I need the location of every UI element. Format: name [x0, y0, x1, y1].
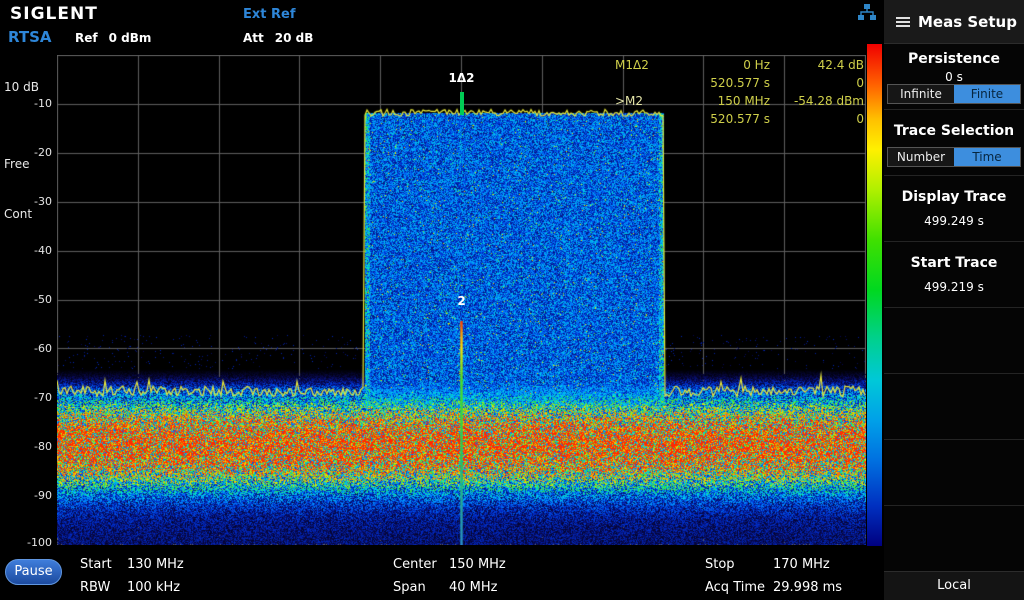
amplitude-colorbar [867, 44, 882, 546]
network-icon [857, 3, 877, 21]
start-label: Start [80, 557, 127, 572]
acq-time-value: 29.998 ms [773, 580, 842, 595]
toggle-option-number[interactable]: Number [888, 148, 954, 166]
marker-row-freq: 0 Hz [665, 56, 770, 74]
menu-item-trace-selection[interactable]: Trace Selection Number Time [884, 110, 1024, 176]
att-value: 20 dB [275, 31, 314, 45]
start-value: 130 MHz [127, 557, 184, 572]
local-button[interactable]: Local [884, 571, 1024, 600]
y-axis-label: -90 [34, 489, 52, 502]
y-axis-label: -40 [34, 244, 52, 257]
display-trace-value: 499.249 s [884, 214, 1024, 228]
persistence-toggle: Infinite Finite [887, 84, 1021, 104]
pause-button[interactable]: Pause [5, 559, 62, 585]
start-trace-value: 499.219 s [884, 280, 1024, 294]
y-axis-label: -50 [34, 293, 52, 306]
persistence-value: 0 s [884, 70, 1024, 84]
menu-item-persistence[interactable]: Persistence 0 s Infinite Finite [884, 44, 1024, 110]
y-axis-label: -20 [34, 146, 52, 159]
marker-row-amp: 0 [770, 110, 864, 128]
marker-readout-row: M1Δ2 0 Hz 42.4 dB [615, 56, 864, 74]
rbw-value: 100 kHz [127, 580, 180, 595]
ext-ref-status: Ext Ref [243, 7, 296, 22]
ref-level-readout: Ref 0 dBm [75, 31, 151, 45]
trace-selection-toggle: Number Time [887, 147, 1021, 167]
span: Span 40 MHz [393, 576, 506, 599]
marker-2-label: 2 [457, 294, 465, 308]
toggle-option-infinite[interactable]: Infinite [888, 85, 954, 103]
footer-col-stop: Stop 170 MHz Acq Time 29.998 ms [705, 553, 842, 599]
mode-label: RTSA [8, 28, 52, 46]
menu-cell-empty [884, 440, 1024, 506]
toggle-option-finite[interactable]: Finite [954, 85, 1020, 103]
menu-cell-empty [884, 506, 1024, 572]
menu-icon [896, 17, 910, 27]
footer-col-start: Start 130 MHz RBW 100 kHz [80, 553, 184, 599]
acq-time-label: Acq Time [705, 580, 773, 595]
y-axis-label: -100 [27, 536, 52, 549]
y-axis-label: -10 [34, 97, 52, 110]
y-axis-label: -70 [34, 391, 52, 404]
marker-row-label [615, 110, 665, 128]
marker-readout-row: >M2 150 MHz -54.28 dBm [615, 92, 864, 110]
menu-cell-empty [884, 374, 1024, 440]
y-axis-label: -80 [34, 440, 52, 453]
acq-time: Acq Time 29.998 ms [705, 576, 842, 599]
marker-readout-table: M1Δ2 0 Hz 42.4 dB 520.577 s 0 >M2 150 MH… [615, 56, 864, 128]
marker-row-amp: -54.28 dBm [770, 92, 864, 110]
marker-row-freq: 520.577 s [665, 110, 770, 128]
menu-header: Meas Setup [884, 0, 1024, 44]
stop-value: 170 MHz [773, 557, 830, 572]
trace-selection-title: Trace Selection [884, 110, 1024, 139]
marker-row-amp: 0 [770, 74, 864, 92]
attenuation-readout: Att 20 dB [243, 31, 313, 45]
rbw-label: RBW [80, 580, 127, 595]
rbw: RBW 100 kHz [80, 576, 184, 599]
y-axis-label: -30 [34, 195, 52, 208]
display-trace-title: Display Trace [884, 176, 1024, 205]
marker-1-label: 1Δ2 [449, 71, 475, 85]
marker-row-label [615, 74, 665, 92]
span-label: Span [393, 580, 449, 595]
marker-row-amp: 42.4 dB [770, 56, 864, 74]
stop-label: Stop [705, 557, 773, 572]
marker-1-delta-2[interactable]: 1Δ2 [449, 71, 475, 113]
toggle-option-time[interactable]: Time [954, 148, 1020, 166]
center-label: Center [393, 557, 449, 572]
ref-value: 0 dBm [109, 31, 152, 45]
menu-item-display-trace[interactable]: Display Trace 499.249 s [884, 176, 1024, 242]
center-value: 150 MHz [449, 557, 506, 572]
marker-row-freq: 150 MHz [665, 92, 770, 110]
marker-row-freq: 520.577 s [665, 74, 770, 92]
start-trace-title: Start Trace [884, 242, 1024, 271]
marker-readout-row: 520.577 s 0 [615, 74, 864, 92]
footer-col-center: Center 150 MHz Span 40 MHz [393, 553, 506, 599]
start-freq: Start 130 MHz [80, 553, 184, 576]
y-axis-label: -60 [34, 342, 52, 355]
y-axis: -10 -20 -30 -40 -50 -60 -70 -80 -90 -100 [16, 55, 54, 545]
menu-item-start-trace[interactable]: Start Trace 499.219 s [884, 242, 1024, 308]
ref-label: Ref [75, 31, 98, 45]
persistence-title: Persistence [884, 44, 1024, 67]
menu-title: Meas Setup [918, 13, 1017, 31]
stop-freq: Stop 170 MHz [705, 553, 842, 576]
marker-diamond-icon [460, 92, 464, 115]
center-freq: Center 150 MHz [393, 553, 506, 576]
att-label: Att [243, 31, 264, 45]
rtsa-screen: SIGLENT Ext Ref RTSA Ref 0 dBm Att 20 dB 1… [0, 0, 1024, 600]
span-value: 40 MHz [449, 580, 498, 595]
marker-row-label: >M2 [615, 92, 665, 110]
marker-readout-row: 520.577 s 0 [615, 110, 864, 128]
softkey-menu: Meas Setup Persistence 0 s Infinite Fini… [884, 0, 1024, 600]
menu-cell-empty [884, 308, 1024, 374]
brand-logo: SIGLENT [10, 4, 98, 24]
marker-row-label: M1Δ2 [615, 56, 665, 74]
